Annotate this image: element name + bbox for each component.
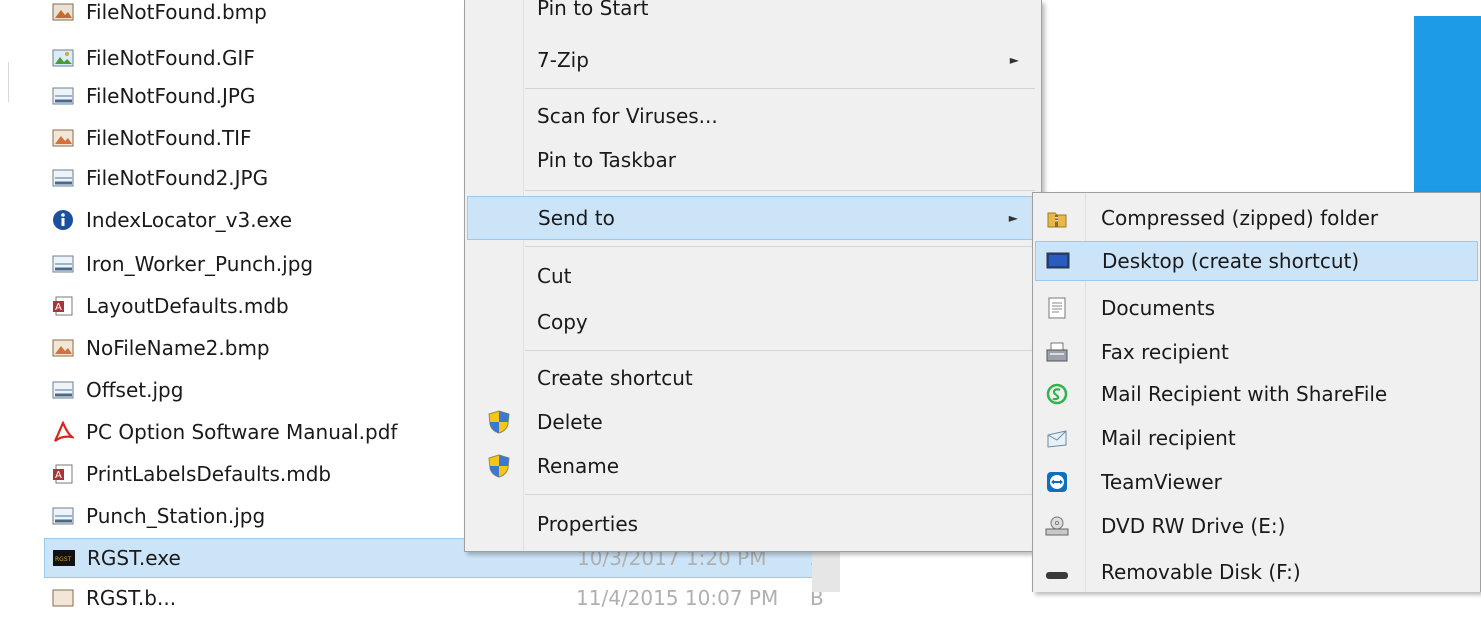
removable-disk-icon	[1045, 563, 1069, 587]
submenu-arrow-icon: ►	[1008, 211, 1018, 225]
send-to-compressed-folder[interactable]: Compressed (zipped) folder	[1035, 197, 1478, 239]
background-area	[1040, 0, 1414, 190]
access-database-icon: A	[52, 464, 74, 484]
desktop-icon	[1046, 249, 1070, 273]
info-exe-icon	[52, 210, 74, 230]
menu-item-pin-to-start[interactable]: Pin to Start	[467, 0, 1039, 24]
documents-icon	[1045, 296, 1069, 320]
menu-separator	[525, 190, 1035, 191]
send-to-teamviewer[interactable]: TeamViewer	[1035, 461, 1478, 503]
file-name: PC Option Software Manual.pdf	[86, 420, 398, 444]
uac-shield-icon	[488, 410, 510, 434]
file-name: FileNotFound.JPG	[86, 84, 256, 108]
menu-item-label: Mail recipient	[1101, 426, 1236, 450]
menu-item-label: Desktop (create shortcut)	[1102, 249, 1360, 273]
jpg-image-icon	[52, 86, 74, 106]
jpg-image-icon	[52, 506, 74, 526]
menu-item-rename[interactable]: Rename	[467, 446, 1039, 486]
send-to-sharefile[interactable]: Mail Recipient with ShareFile	[1035, 373, 1478, 415]
menu-separator	[525, 494, 1035, 495]
menu-item-create-shortcut[interactable]: Create shortcut	[467, 358, 1039, 398]
dvd-drive-icon	[1045, 514, 1069, 538]
file-name: PrintLabelsDefaults.mdb	[86, 462, 332, 486]
file-name: FileNotFound.TIF	[86, 126, 252, 150]
send-to-fax-recipient[interactable]: Fax recipient	[1035, 331, 1478, 373]
send-to-dvd-drive[interactable]: DVD RW Drive (E:)	[1035, 505, 1478, 547]
menu-item-label: Properties	[537, 512, 639, 536]
menu-item-label: Create shortcut	[537, 366, 693, 390]
menu-item-label: TeamViewer	[1101, 470, 1222, 494]
jpg-image-icon	[52, 254, 74, 274]
jpg-image-icon	[52, 168, 74, 188]
fax-icon	[1045, 340, 1069, 364]
menu-item-cut[interactable]: Cut	[467, 256, 1039, 296]
jpg-image-icon	[52, 380, 74, 400]
tif-image-icon	[52, 128, 74, 148]
svg-text:RGST: RGST	[55, 556, 72, 563]
send-to-submenu: Compressed (zipped) folder Desktop (crea…	[1032, 192, 1481, 592]
menu-item-label: Documents	[1101, 296, 1216, 320]
file-name: LayoutDefaults.mdb	[86, 294, 289, 318]
menu-item-label: 7-Zip	[537, 48, 589, 72]
menu-item-label: Mail Recipient with ShareFile	[1101, 382, 1388, 406]
send-to-desktop[interactable]: Desktop (create shortcut)	[1035, 241, 1478, 281]
menu-item-label: Fax recipient	[1101, 340, 1229, 364]
bitmap-image-icon	[52, 588, 74, 608]
menu-item-label: Delete	[537, 410, 603, 434]
send-to-removable-disk[interactable]: Removable Disk (F:)	[1035, 551, 1478, 593]
file-name: IndexLocator_v3.exe	[86, 208, 293, 232]
menu-item-label: Cut	[537, 264, 572, 288]
rgst-app-icon: RGST	[53, 548, 75, 568]
teamviewer-icon	[1045, 470, 1069, 494]
menu-item-label: DVD RW Drive (E:)	[1101, 514, 1286, 538]
file-name: RGST.exe	[87, 546, 181, 570]
menu-item-label: Pin to Taskbar	[537, 148, 676, 172]
send-to-mail-recipient[interactable]: Mail recipient	[1035, 417, 1478, 459]
menu-separator	[525, 88, 1035, 89]
menu-item-label: Rename	[537, 454, 620, 478]
menu-item-label: Copy	[537, 310, 588, 334]
menu-item-copy[interactable]: Copy	[467, 302, 1039, 342]
bitmap-image-icon	[52, 2, 74, 22]
menu-item-label: Scan for Viruses...	[537, 104, 718, 128]
context-menu: Pin to Start 7-Zip ► Scan for Viruses...…	[464, 0, 1042, 552]
mail-envelope-icon	[1045, 426, 1069, 450]
file-name: Iron_Worker_Punch.jpg	[86, 252, 314, 276]
svg-text:A: A	[55, 470, 62, 481]
file-name: Punch_Station.jpg	[86, 504, 266, 528]
menu-item-properties[interactable]: Properties	[467, 504, 1039, 544]
file-date: 11/4/2015 10:07 PM	[576, 586, 779, 610]
svg-text:A: A	[55, 302, 62, 313]
menu-item-7zip[interactable]: 7-Zip ►	[467, 40, 1039, 80]
file-name: RGST.b...	[86, 586, 177, 610]
menu-item-scan-for-viruses[interactable]: Scan for Viruses...	[467, 96, 1039, 136]
sharefile-icon	[1045, 382, 1069, 406]
bitmap-image-icon	[52, 338, 74, 358]
gif-image-icon	[52, 48, 74, 68]
menu-item-label: Send to	[538, 206, 615, 230]
menu-item-send-to[interactable]: Send to ►	[467, 196, 1039, 240]
menu-separator	[525, 246, 1035, 247]
menu-item-delete[interactable]: Delete	[467, 402, 1039, 442]
pdf-icon	[52, 421, 74, 442]
file-name: Offset.jpg	[86, 378, 184, 402]
menu-item-label: Removable Disk (F:)	[1101, 560, 1301, 584]
menu-separator	[525, 350, 1035, 351]
uac-shield-icon	[488, 454, 510, 478]
zip-folder-icon	[1045, 206, 1069, 230]
submenu-arrow-icon: ►	[1009, 53, 1019, 67]
file-name: FileNotFound2.JPG	[86, 166, 269, 190]
access-database-icon: A	[52, 296, 74, 316]
file-name: NoFileName2.bmp	[86, 336, 270, 360]
menu-item-pin-to-taskbar[interactable]: Pin to Taskbar	[467, 140, 1039, 180]
file-name: FileNotFound.bmp	[86, 0, 267, 24]
file-row[interactable]: RGST.b... 11/4/2015 10:07 PM B	[44, 578, 834, 618]
send-to-documents[interactable]: Documents	[1035, 287, 1478, 329]
menu-item-label: Pin to Start	[537, 0, 649, 20]
file-name: FileNotFound.GIF	[86, 46, 255, 70]
menu-item-label: Compressed (zipped) folder	[1101, 206, 1379, 230]
